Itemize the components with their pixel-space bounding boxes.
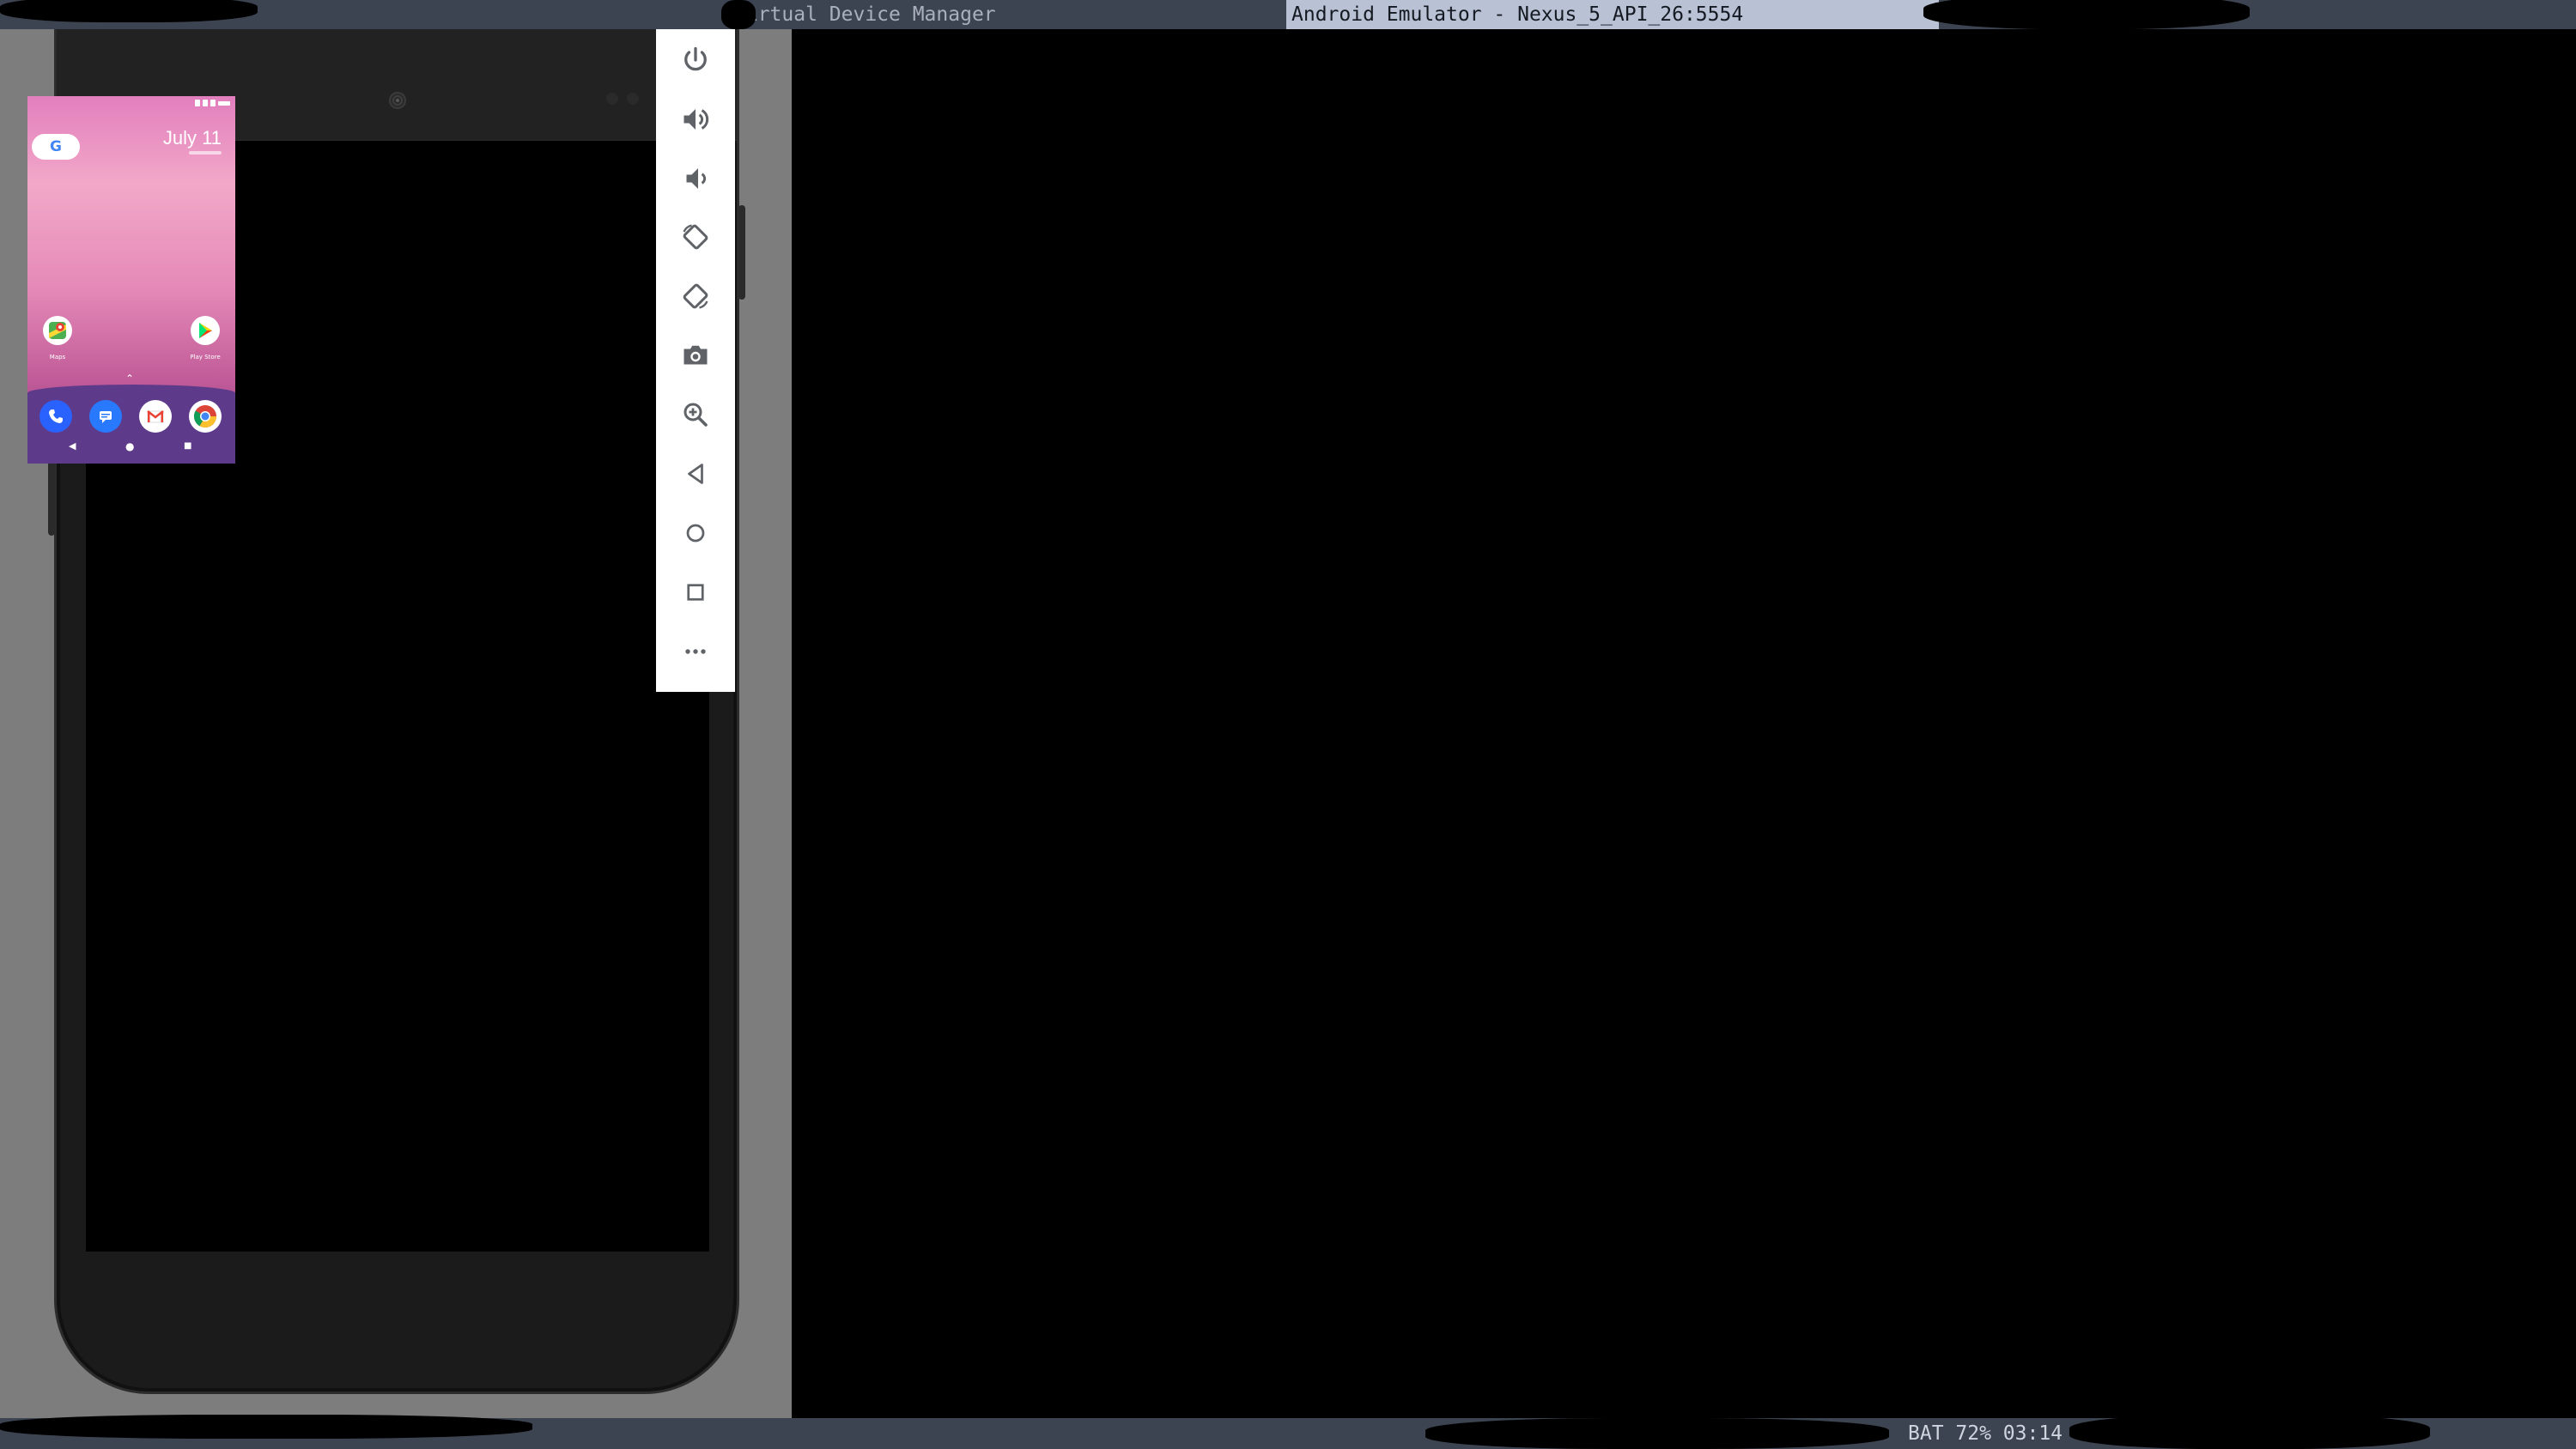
maps-glyph xyxy=(49,322,66,339)
location-icon xyxy=(195,100,200,106)
tab-android-emulator[interactable]: Android Emulator - Nexus_5_API_26:5554 xyxy=(1286,0,1939,29)
back-button[interactable] xyxy=(673,452,718,496)
window-manager-top-bar: Virtual Device Manager Android Emulator … xyxy=(0,0,2576,29)
chrome-glyph xyxy=(193,405,217,428)
date-widget[interactable]: July 11 xyxy=(163,127,222,149)
messages-glyph xyxy=(100,411,112,423)
chrome-icon[interactable] xyxy=(189,400,222,433)
maps-icon[interactable] xyxy=(43,316,72,345)
battery-icon xyxy=(210,100,216,106)
android-back-icon[interactable]: ◀ xyxy=(69,440,76,453)
power-icon xyxy=(684,46,707,71)
android-home-icon[interactable]: ● xyxy=(125,440,134,453)
messages-icon[interactable] xyxy=(89,400,122,433)
android-recents-icon[interactable]: ■ xyxy=(184,440,191,453)
maps-label: Maps xyxy=(49,354,66,361)
app-dock: ◀ ● ■ xyxy=(27,385,235,464)
power-side-button[interactable] xyxy=(738,205,745,300)
back-triangle-icon xyxy=(688,464,703,484)
weather-line xyxy=(189,151,222,155)
play-store-icon[interactable] xyxy=(191,316,220,345)
overview-button[interactable] xyxy=(673,570,718,615)
android-status-bar xyxy=(195,98,230,108)
more-button[interactable] xyxy=(673,629,718,674)
earpiece-speaker-icon xyxy=(383,86,412,115)
signal-icon xyxy=(203,100,208,106)
screenshot-button[interactable] xyxy=(673,333,718,378)
app-drawer-chevron-icon[interactable]: ⌃ xyxy=(125,373,134,385)
overview-square-icon xyxy=(687,584,704,601)
desktop: Virtual Device Manager Android Emulator … xyxy=(0,0,2576,1449)
zoom-button[interactable] xyxy=(673,392,718,437)
google-search-pill[interactable]: G xyxy=(32,134,80,160)
sensor-icon xyxy=(606,93,618,105)
rotate-left-icon xyxy=(683,224,708,250)
volume-down-button[interactable] xyxy=(673,156,718,201)
home-circle-icon xyxy=(686,524,705,543)
google-g-icon: G xyxy=(50,138,62,155)
tab-virtual-device-manager[interactable]: Virtual Device Manager xyxy=(734,0,1284,29)
volume-down-icon xyxy=(686,168,707,189)
sensor-icon xyxy=(627,93,639,105)
play-store-glyph xyxy=(199,323,212,338)
power-button[interactable] xyxy=(673,38,718,82)
gmail-glyph xyxy=(147,410,164,423)
volume-up-icon xyxy=(683,109,709,130)
zoom-icon xyxy=(683,403,708,427)
rotate-left-button[interactable] xyxy=(673,215,718,259)
rotate-right-button[interactable] xyxy=(673,274,718,318)
gmail-icon[interactable] xyxy=(139,400,172,433)
emulator-toolbar xyxy=(656,29,735,692)
redaction-mark xyxy=(1425,1418,1889,1449)
status-bar-text: BAT 72% 03:14 xyxy=(1908,1422,2063,1445)
home-button[interactable] xyxy=(673,511,718,555)
redaction-mark xyxy=(1923,0,2250,29)
play-store-label: Play Store xyxy=(190,354,221,361)
window-manager-bottom-bar: BAT 72% 03:14 xyxy=(0,1415,2576,1449)
camera-icon xyxy=(683,345,708,365)
android-home-screen[interactable]: G July 11 Maps Play Store ⌃ ◀ ● ■ xyxy=(27,96,235,464)
more-dots-icon xyxy=(685,649,706,654)
redaction-mark xyxy=(0,0,258,22)
phone-icon[interactable] xyxy=(39,400,72,433)
clock-icon xyxy=(218,100,230,106)
redaction-mark xyxy=(721,0,756,29)
redaction-mark xyxy=(2069,1415,2430,1449)
phone-glyph xyxy=(49,409,63,423)
volume-up-button[interactable] xyxy=(673,97,718,142)
redaction-mark xyxy=(0,1415,532,1439)
rotate-right-icon xyxy=(683,283,708,309)
